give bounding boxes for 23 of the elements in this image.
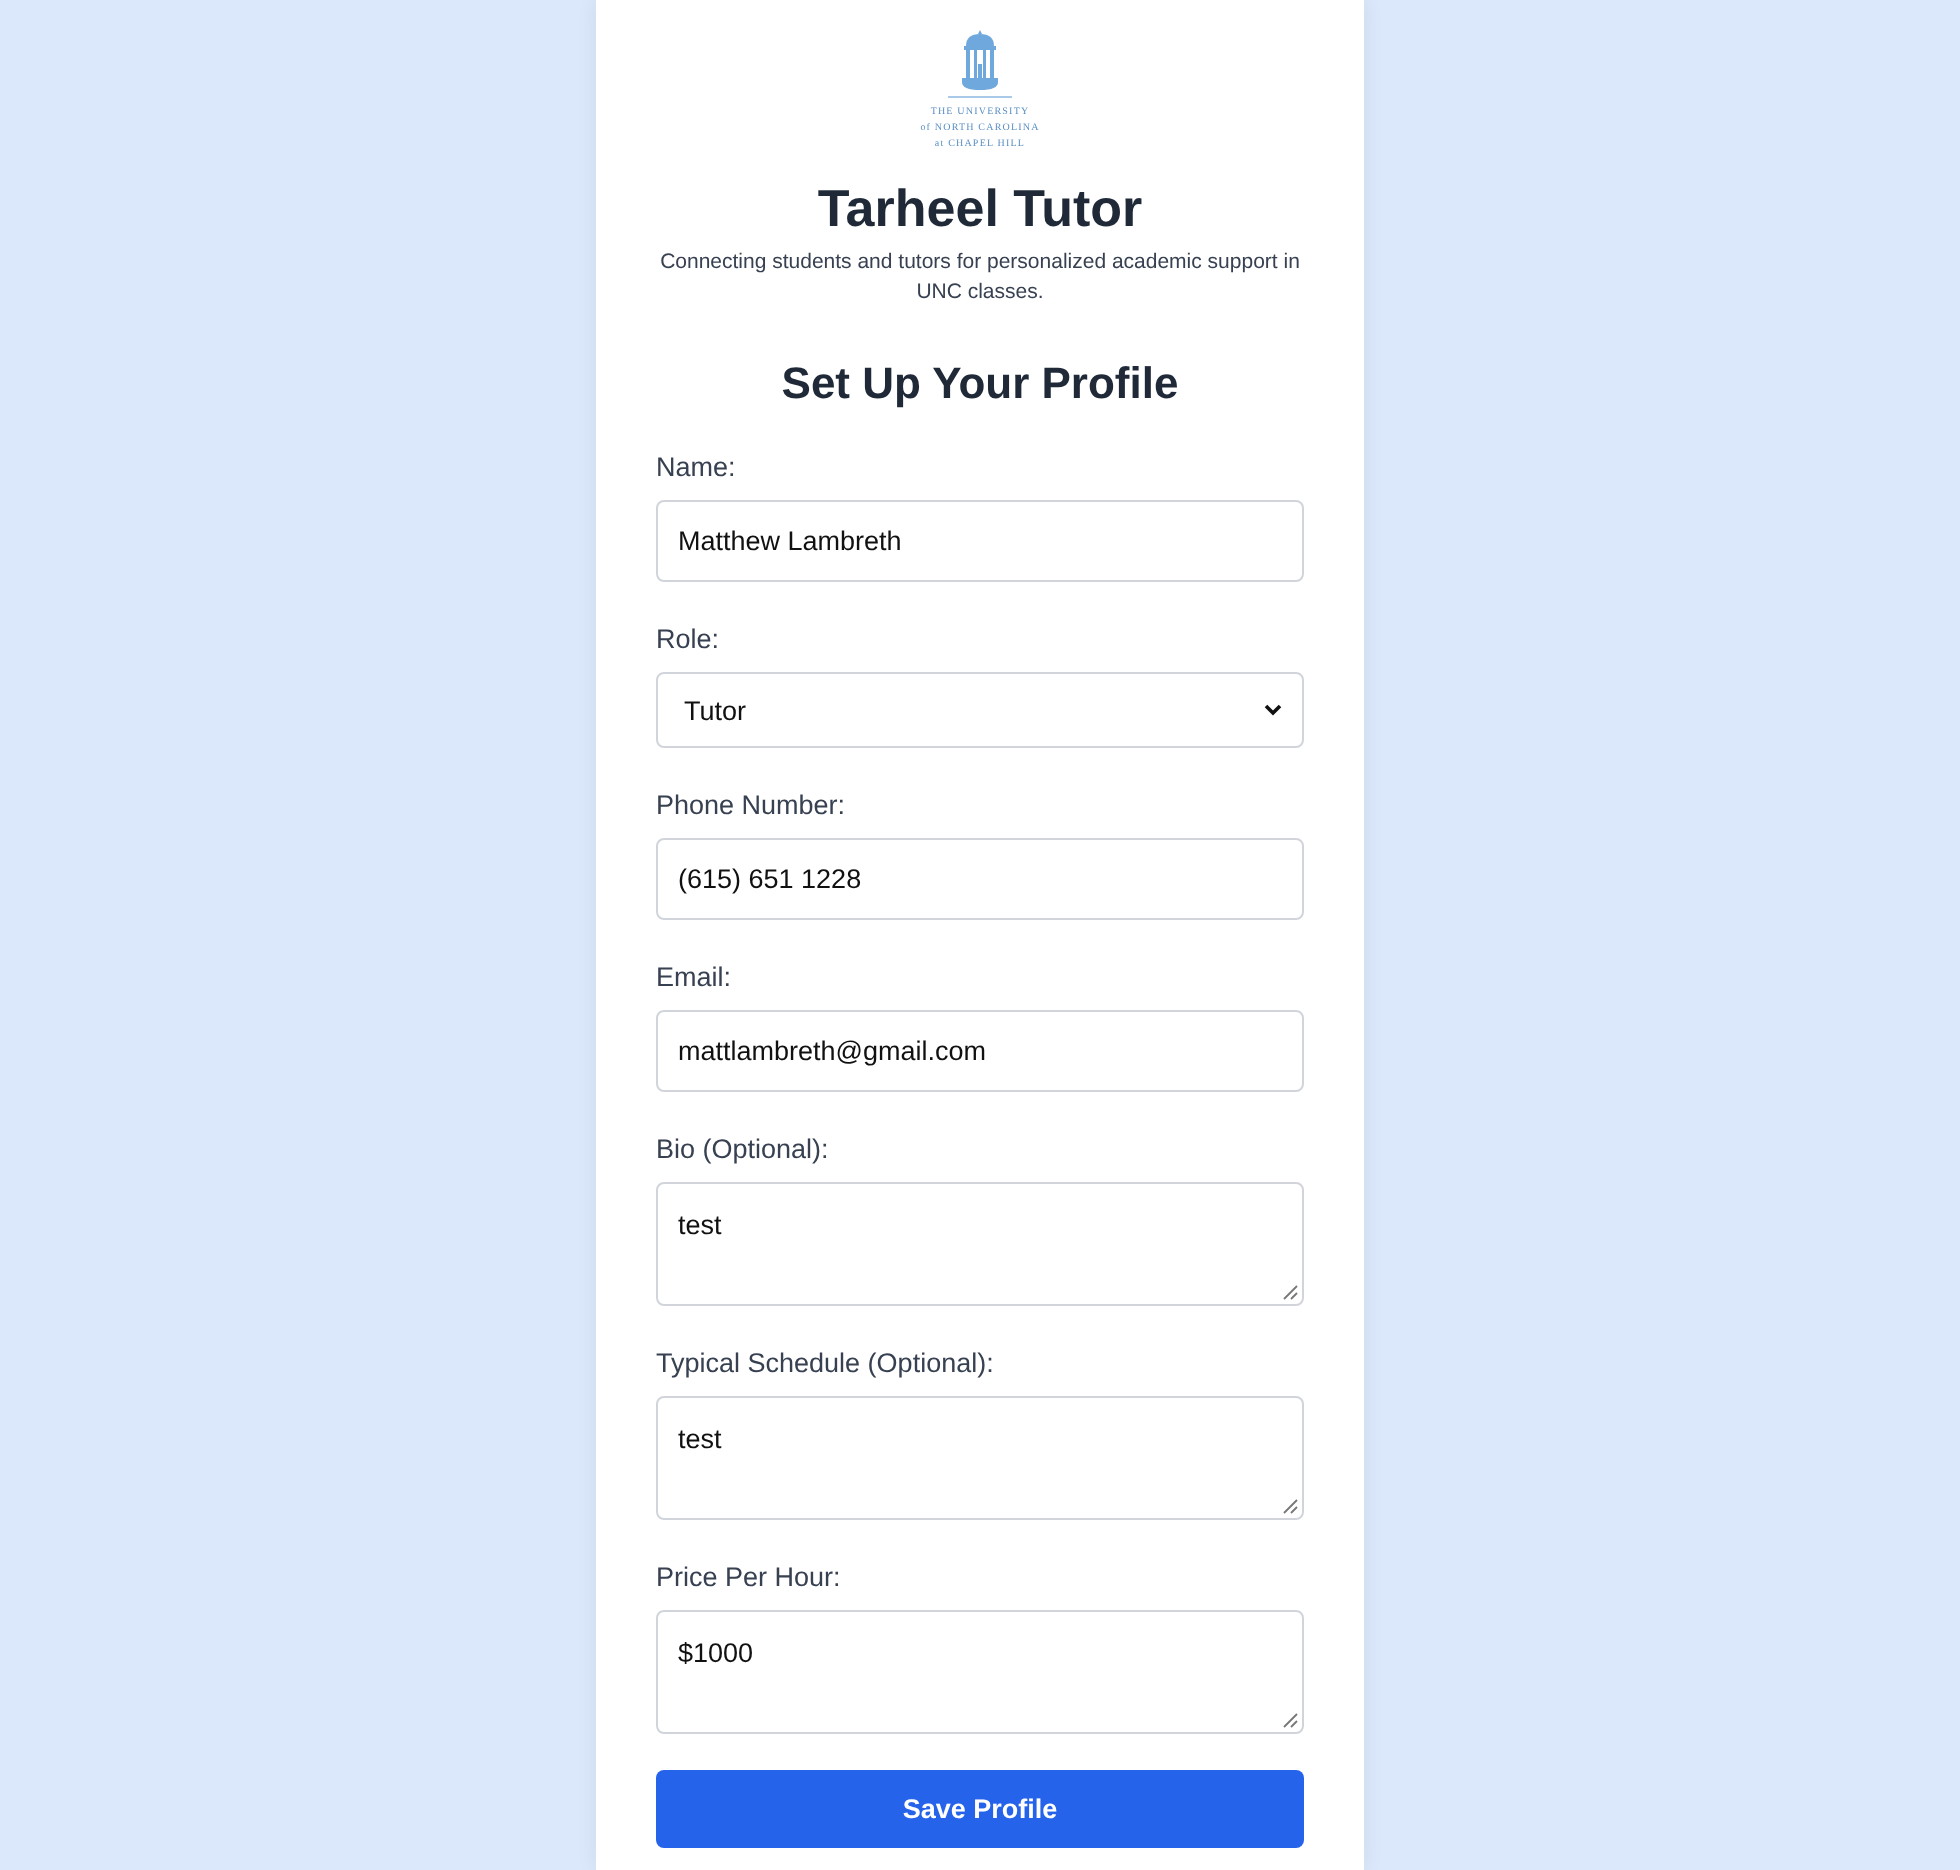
text-input[interactable]: mattlambreth@gmail.com bbox=[656, 1010, 1304, 1092]
field-label: Price Per Hour: bbox=[656, 1562, 841, 1594]
chevron-down-icon bbox=[1264, 704, 1282, 716]
field-label: Role: bbox=[656, 624, 720, 656]
text-input[interactable]: (615) 651 1228 bbox=[656, 838, 1304, 920]
field-label: Email: bbox=[656, 962, 732, 994]
text-input[interactable]: Matthew Lambreth bbox=[656, 500, 1304, 582]
textarea-field[interactable]: $1000 bbox=[656, 1610, 1304, 1734]
resize-grip-icon bbox=[1282, 1498, 1298, 1514]
resize-grip-icon bbox=[1282, 1284, 1298, 1300]
textarea-field[interactable]: test bbox=[656, 1396, 1304, 1520]
field-label: Name: bbox=[656, 452, 736, 484]
save-profile-button[interactable]: Save Profile bbox=[656, 1770, 1304, 1848]
dropdown-select[interactable]: Tutor bbox=[656, 672, 1304, 748]
resize-grip-icon bbox=[1282, 1712, 1298, 1728]
field-label: Phone Number: bbox=[656, 790, 846, 822]
app-tagline: Connecting students and tutors for personalized academic support in UNC classes. bbox=[658, 248, 1302, 308]
field-label: Bio (Optional): bbox=[656, 1134, 829, 1166]
domed-pavilion-logo-icon bbox=[962, 30, 998, 90]
form-heading: Set Up Your Profile bbox=[781, 356, 1179, 412]
textarea-field[interactable]: test bbox=[656, 1182, 1304, 1306]
field-label: Typical Schedule (Optional): bbox=[656, 1348, 994, 1380]
app-title: Tarheel Tutor bbox=[817, 176, 1143, 242]
